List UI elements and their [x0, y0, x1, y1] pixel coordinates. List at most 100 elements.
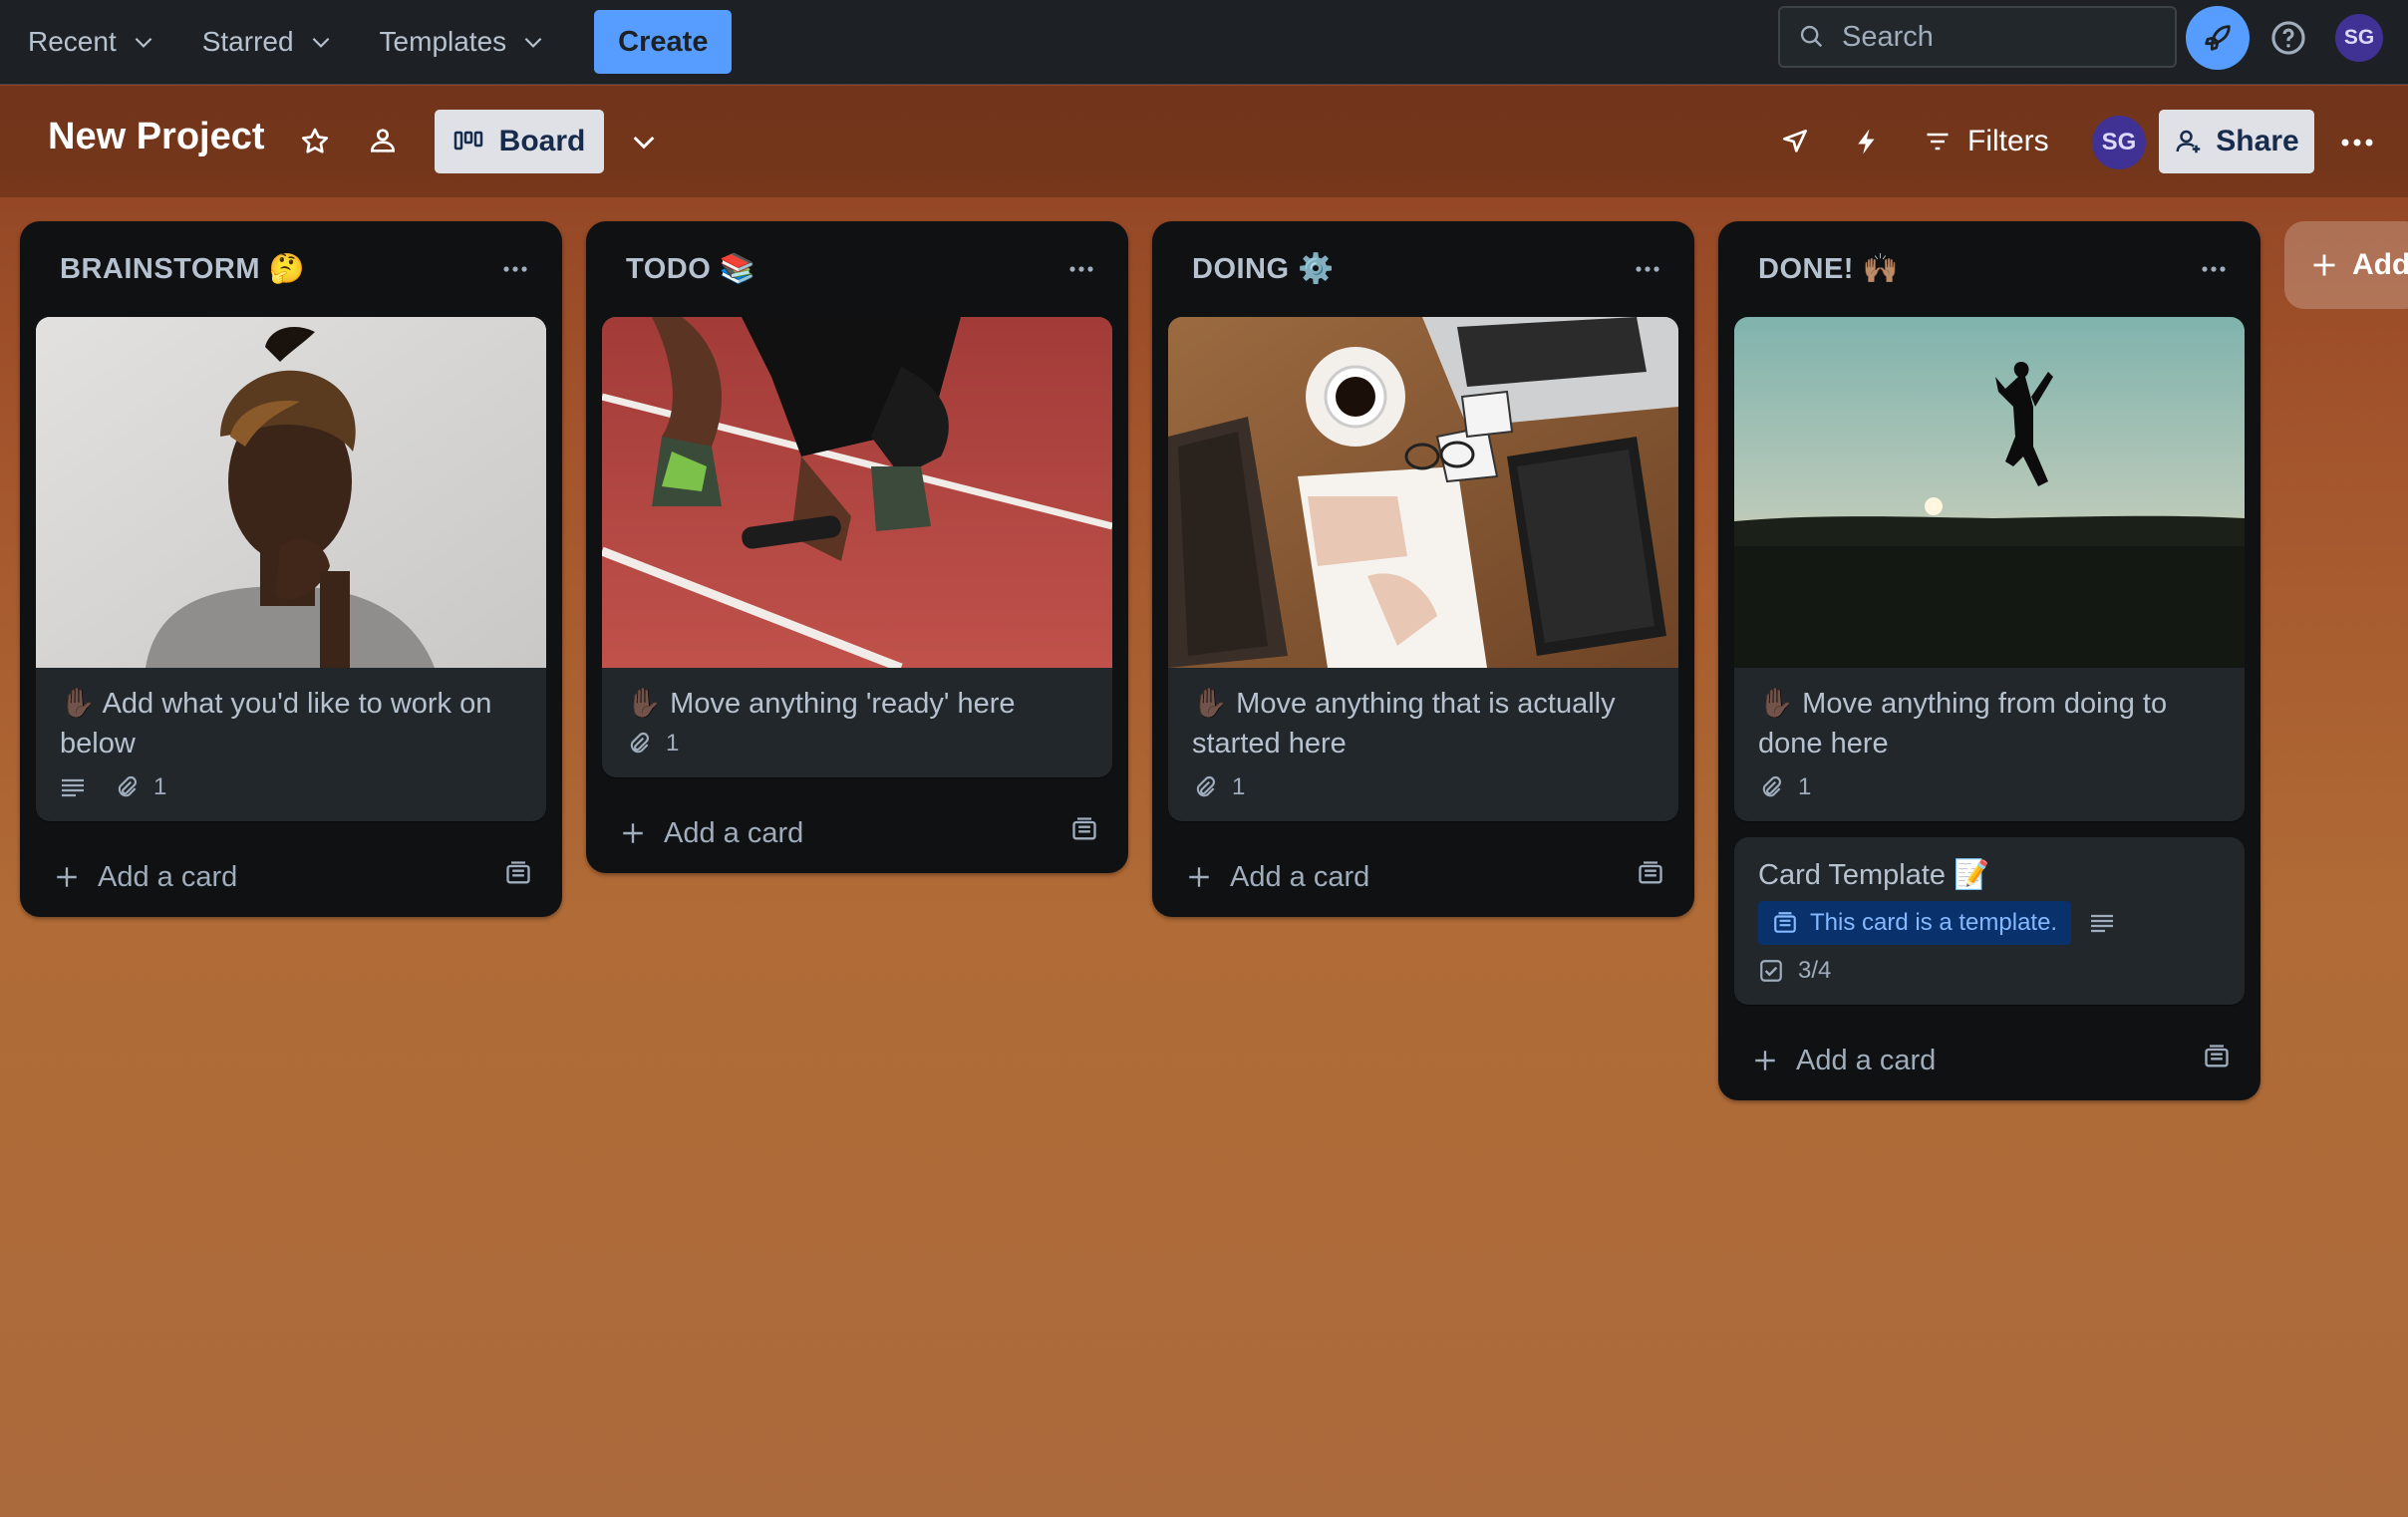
search-input[interactable]	[1842, 20, 2141, 54]
card-template[interactable]: Card Template 📝 This card is a template.…	[1734, 837, 2245, 1005]
paperclip-icon	[118, 775, 137, 797]
view-switcher-chevron-icon[interactable]	[623, 121, 665, 162]
help-icon	[2271, 21, 2305, 55]
template-icon	[1774, 912, 1796, 933]
add-card-button[interactable]: Add a card	[54, 861, 237, 894]
add-list-button[interactable]: Add	[2284, 221, 2408, 309]
attachment-count: 1	[666, 730, 680, 757]
search-box[interactable]	[1778, 6, 2177, 68]
chevron-down-icon	[312, 37, 329, 48]
search-icon	[1800, 25, 1823, 48]
member-avatar[interactable]: SG	[2092, 116, 2146, 169]
add-card-button[interactable]: Add a card	[1186, 861, 1369, 894]
plus-icon	[2313, 254, 2335, 276]
card-cover-image	[1168, 317, 1678, 668]
share-button[interactable]: Share	[2159, 110, 2314, 173]
list-title[interactable]: BRAINSTORM 🤔	[60, 252, 305, 286]
attachment-badge: 1	[1758, 773, 1811, 801]
list-header: BRAINSTORM 🤔	[20, 221, 562, 317]
create-button[interactable]: Create	[594, 10, 733, 74]
card-title: Card Template 📝	[1758, 859, 1990, 891]
card-title: ✋🏿 Add what you'd like to work on below	[60, 688, 492, 759]
checklist-count: 3/4	[1798, 957, 1832, 984]
checklist-badge: 3/4	[1758, 957, 1831, 985]
card-cover-image	[1734, 317, 2245, 668]
rocket-icon	[2205, 25, 2231, 51]
user-avatar[interactable]: SG	[2335, 14, 2383, 62]
workspace-visibility-icon[interactable]	[362, 121, 404, 162]
star-icon[interactable]	[294, 121, 336, 162]
add-card-label: Add a card	[1796, 1044, 1937, 1076]
description-badge	[60, 775, 86, 799]
plus-icon	[1189, 867, 1209, 887]
list-actions-more-icon[interactable]	[1625, 246, 1670, 292]
automation-bolt-icon[interactable]	[1846, 121, 1888, 162]
list-title[interactable]: TODO 📚	[626, 252, 755, 286]
card[interactable]: ✋🏿 Add what you'd like to work on below …	[36, 317, 546, 821]
plus-icon	[623, 823, 643, 843]
paperclip-icon	[1196, 775, 1215, 797]
template-badge: This card is a template.	[1758, 901, 2072, 945]
board-view-button[interactable]: Board	[435, 110, 604, 173]
filters-button[interactable]: Filters	[1914, 110, 2059, 173]
card-cover-image	[602, 317, 1112, 668]
template-label: This card is a template.	[1810, 909, 2058, 936]
nav-menu-label: Templates	[379, 26, 507, 57]
create-from-template-icon[interactable]	[1637, 859, 1664, 895]
nav-menu-label: Recent	[28, 26, 117, 57]
chevron-down-icon	[524, 37, 542, 48]
list-header: DONE! 🙌🏽	[1718, 221, 2260, 317]
list-doing: DOING ⚙️ ✋🏿 Move anything that is actual…	[1152, 221, 1694, 917]
add-card-label: Add a card	[664, 816, 804, 849]
notifications-rocket-button[interactable]	[2186, 6, 2250, 70]
list-actions-more-icon[interactable]	[1058, 246, 1104, 292]
board-title[interactable]: New Project	[48, 116, 265, 158]
card-title: ✋🏿 Move anything from doing to done here	[1758, 688, 2168, 759]
add-card-label: Add a card	[98, 860, 238, 893]
board-menu-more-icon[interactable]	[2334, 120, 2380, 165]
help-button[interactable]	[2267, 17, 2309, 59]
create-from-template-icon[interactable]	[2203, 1043, 2231, 1078]
board-header: New Project Board Filters SG Share	[0, 86, 2408, 197]
description-icon	[62, 778, 84, 797]
description-icon	[2091, 914, 2114, 933]
add-person-icon	[2176, 130, 2201, 153]
list-title[interactable]: DONE! 🙌🏽	[1758, 252, 1899, 286]
board-view-icon	[453, 131, 482, 151]
top-navigation: Recent Starred Templates Create SG	[0, 0, 2408, 85]
nav-menu-recent[interactable]: Recent	[10, 11, 174, 73]
list-actions-more-icon[interactable]	[2191, 246, 2237, 292]
card[interactable]: ✋🏿 Move anything 'ready' here 1	[602, 317, 1112, 777]
card[interactable]: ✋🏿 Move anything from doing to done here…	[1734, 317, 2245, 821]
create-from-template-icon[interactable]	[1070, 815, 1098, 851]
list-title[interactable]: DOING ⚙️	[1192, 252, 1335, 286]
plus-icon	[1755, 1051, 1775, 1070]
add-card-button[interactable]: Add a card	[1752, 1045, 1936, 1077]
list-header: TODO 📚	[586, 221, 1128, 317]
add-list-label: Add	[2352, 248, 2408, 281]
filters-label: Filters	[1967, 125, 2049, 157]
power-ups-icon[interactable]	[1774, 121, 1816, 162]
share-label: Share	[2216, 125, 2299, 157]
description-badge	[2089, 911, 2115, 935]
nav-menu-templates[interactable]: Templates	[362, 11, 565, 73]
create-from-template-icon[interactable]	[504, 859, 532, 895]
list-brainstorm: BRAINSTORM 🤔 ✋🏿 Add what you'd like to w…	[20, 221, 562, 917]
attachment-count: 1	[1798, 773, 1812, 800]
paperclip-icon	[1762, 775, 1781, 797]
attachment-badge: 1	[1192, 773, 1245, 801]
list-header: DOING ⚙️	[1152, 221, 1694, 317]
filter-icon	[1927, 133, 1949, 151]
add-card-row: Add a card	[1152, 837, 1694, 917]
board-view-label: Board	[498, 125, 586, 157]
list-done: DONE! 🙌🏽 ✋🏿 Move anything from doing to …	[1718, 221, 2260, 1100]
attachment-badge: 1	[114, 773, 166, 801]
add-card-row: Add a card	[586, 793, 1128, 873]
nav-menu-starred[interactable]: Starred	[184, 11, 352, 73]
card[interactable]: ✋🏿 Move anything that is actually starte…	[1168, 317, 1678, 821]
add-card-button[interactable]: Add a card	[620, 817, 803, 850]
plus-icon	[57, 867, 77, 887]
list-actions-more-icon[interactable]	[492, 246, 538, 292]
attachment-count: 1	[153, 773, 167, 800]
attachment-badge: 1	[626, 730, 679, 758]
